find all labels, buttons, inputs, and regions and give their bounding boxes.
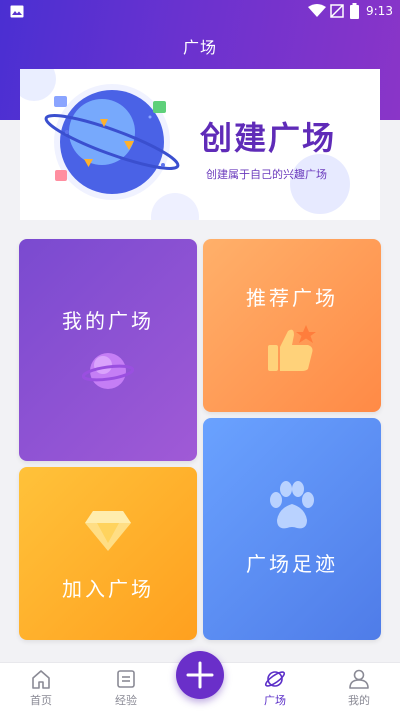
- banner-subtitle: 创建属于自己的兴趣广场: [206, 168, 327, 181]
- page-title: 广场: [182, 38, 217, 57]
- thumbs-up-icon: [268, 325, 316, 371]
- tab-home[interactable]: 首页: [9, 663, 73, 711]
- tab-experience[interactable]: 经验: [94, 663, 158, 711]
- battery-icon: [350, 3, 359, 19]
- recommended-plaza-card[interactable]: 推荐广场: [203, 239, 381, 412]
- tab-home-label: 首页: [30, 694, 52, 707]
- create-plaza-banner[interactable]: 创建广场 创建属于自己的兴趣广场: [20, 69, 380, 220]
- tab-experience-label: 经验: [115, 694, 137, 707]
- planet-icon: [264, 671, 286, 687]
- tab-plaza[interactable]: 广场: [243, 663, 307, 711]
- paw-icon: [270, 481, 314, 529]
- tab-mine[interactable]: 我的: [327, 663, 391, 711]
- wifi-icon: [308, 4, 326, 17]
- plaza-footprints-card[interactable]: 广场足迹: [203, 418, 381, 640]
- diamond-icon: [85, 511, 131, 551]
- my-plaza-label: 我的广场: [62, 309, 154, 333]
- no-signal-icon: [330, 4, 344, 18]
- gallery-icon: [10, 5, 24, 18]
- user-icon: [349, 669, 369, 689]
- tab-mine-label: 我的: [348, 694, 370, 707]
- home-icon: [32, 670, 50, 689]
- note-icon: [117, 670, 135, 688]
- plaza-footprints-label: 广场足迹: [246, 552, 338, 576]
- planet-icon: [82, 353, 134, 389]
- my-plaza-card[interactable]: 我的广场: [19, 239, 197, 461]
- status-time: 9:13: [366, 4, 393, 18]
- status-bar: 9:13: [0, 0, 400, 24]
- join-plaza-label: 加入广场: [62, 577, 154, 601]
- add-button[interactable]: [176, 651, 224, 699]
- recommended-plaza-label: 推荐广场: [246, 286, 338, 310]
- plus-icon: [186, 661, 214, 689]
- join-plaza-card[interactable]: 加入广场: [19, 467, 197, 640]
- banner-title: 创建广场: [200, 119, 337, 157]
- tab-plaza-label: 广场: [264, 694, 286, 707]
